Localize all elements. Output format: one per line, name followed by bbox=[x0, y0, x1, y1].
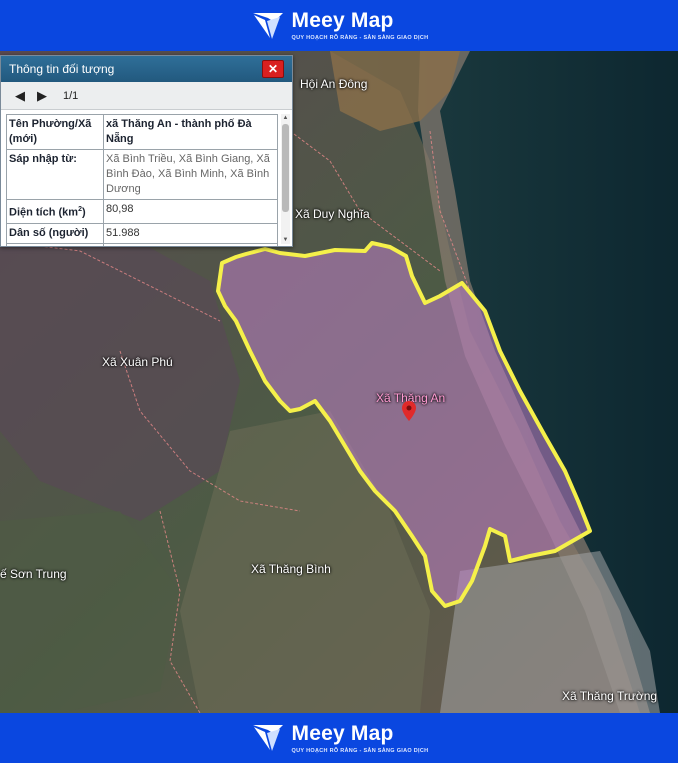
brand-tagline: QUY HOẠCH RÕ RÀNG - SẴN SÀNG GIAO DỊCH bbox=[291, 35, 429, 41]
row-key: Dân số (người) bbox=[6, 222, 104, 244]
info-panel-title: Thông tin đối tượng bbox=[9, 62, 115, 76]
label-duy-nghia: Xã Duy Nghĩa bbox=[295, 207, 370, 221]
bottom-banner: Meey Map QUY HOẠCH RÕ RÀNG - SẴN SÀNG GI… bbox=[0, 713, 678, 763]
triangle-right-icon: ▶ bbox=[37, 87, 47, 103]
info-panel-body[interactable]: Tên Phường/Xã (mới) xã Thăng An - thành … bbox=[1, 111, 292, 246]
label-xuan-phu: Xã Xuân Phú bbox=[102, 355, 173, 369]
table-row: Trụ sở hành bbox=[6, 242, 278, 246]
close-button[interactable]: ✕ bbox=[262, 60, 284, 78]
pager: ◀ ▶ 1/1 bbox=[1, 82, 292, 110]
pager-count: 1/1 bbox=[63, 89, 79, 102]
row-key: Tên Phường/Xã (mới) bbox=[6, 114, 104, 150]
location-pin-icon[interactable] bbox=[402, 401, 416, 421]
scrollbar[interactable]: ▲ ▼ bbox=[281, 114, 290, 244]
brand-footer[interactable]: Meey Map QUY HOẠCH RÕ RÀNG - SẴN SÀNG GI… bbox=[250, 720, 429, 756]
top-banner: Meey Map QUY HOẠCH RÕ RÀNG - SẴN SÀNG GI… bbox=[0, 0, 678, 51]
meey-logo-icon bbox=[252, 725, 283, 751]
brand[interactable]: Meey Map QUY HOẠCH RÕ RÀNG - SẴN SÀNG GI… bbox=[250, 8, 429, 44]
label-son-trung: ế Sơn Trung bbox=[0, 567, 67, 581]
row-value: xã Thăng An - thành phố Đà Nẵng bbox=[103, 114, 278, 150]
label-hoi-an-dong: Hội An Đông bbox=[300, 77, 368, 91]
row-key: Diện tích (km2) bbox=[6, 199, 104, 224]
brand-name: Meey Map bbox=[291, 9, 394, 32]
table-row: Diện tích (km2) 80,98 bbox=[6, 199, 278, 224]
triangle-left-icon: ◀ bbox=[15, 87, 25, 103]
table-row: Dân số (người) 51.988 bbox=[6, 222, 278, 244]
info-table: Tên Phường/Xã (mới) xã Thăng An - thành … bbox=[6, 114, 278, 246]
next-button[interactable]: ▶ bbox=[31, 85, 53, 107]
scroll-down-arrow-icon[interactable]: ▼ bbox=[281, 236, 290, 244]
row-value: 80,98 bbox=[103, 199, 278, 224]
row-key: Sáp nhập từ: bbox=[6, 149, 104, 200]
scroll-up-arrow-icon[interactable]: ▲ bbox=[281, 114, 290, 122]
label-thang-binh: Xã Thăng Bình bbox=[251, 562, 331, 576]
scroll-thumb[interactable] bbox=[282, 124, 289, 212]
brand-tagline: QUY HOẠCH RÕ RÀNG - SẴN SÀNG GIAO DỊCH bbox=[291, 747, 429, 754]
brand-name: Meey Map bbox=[291, 721, 394, 745]
table-row: Sáp nhập từ: Xã Bình Triều, Xã Bình Gian… bbox=[6, 149, 278, 200]
row-value: Xã Bình Triều, Xã Bình Giang, Xã Bình Đà… bbox=[103, 149, 278, 200]
row-value: 51.988 bbox=[103, 222, 278, 244]
row-key: Trụ sở hành bbox=[6, 242, 104, 246]
meey-logo-icon bbox=[252, 12, 283, 39]
info-panel-header[interactable]: Thông tin đối tượng ✕ bbox=[1, 56, 292, 82]
prev-button[interactable]: ◀ bbox=[9, 85, 31, 107]
info-panel: Thông tin đối tượng ✕ ◀ ▶ 1/1 Tên Phường… bbox=[0, 55, 293, 247]
row-value bbox=[103, 242, 278, 246]
close-icon: ✕ bbox=[267, 62, 279, 76]
table-row: Tên Phường/Xã (mới) xã Thăng An - thành … bbox=[6, 114, 278, 150]
label-thang-truong: Xã Thăng Trường bbox=[562, 689, 658, 703]
